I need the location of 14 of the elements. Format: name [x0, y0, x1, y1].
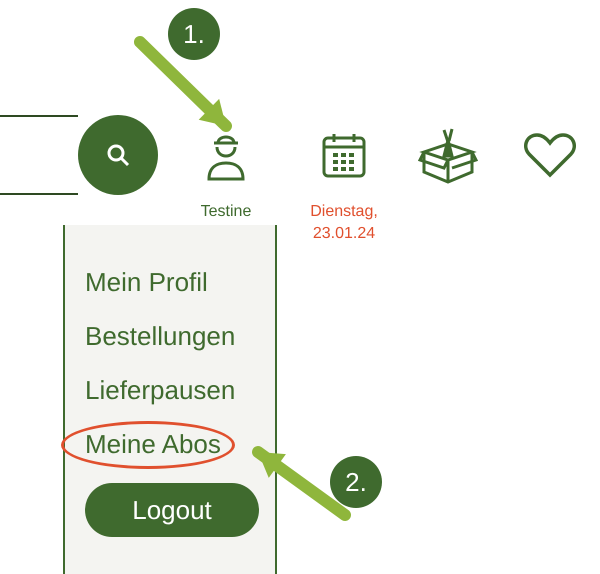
search-field[interactable] — [0, 115, 78, 195]
menu-item[interactable]: Meine Abos — [85, 429, 221, 459]
menu-item[interactable]: Mein Profil — [85, 267, 208, 297]
heart-icon — [524, 132, 576, 178]
user-name: Testine — [200, 202, 252, 222]
vegetable-box-icon — [418, 126, 478, 184]
menu-item[interactable]: Lieferpausen — [85, 375, 236, 405]
calendar-icon — [322, 132, 366, 178]
search-icon — [106, 143, 130, 167]
step-badge: 1. — [168, 8, 220, 60]
delivery-date: Dienstag, 23.01.24 — [309, 202, 379, 244]
logout-button[interactable]: Logout — [85, 483, 259, 537]
menu-item[interactable]: Bestellungen — [85, 321, 236, 351]
step-badge: 2. — [330, 456, 382, 508]
